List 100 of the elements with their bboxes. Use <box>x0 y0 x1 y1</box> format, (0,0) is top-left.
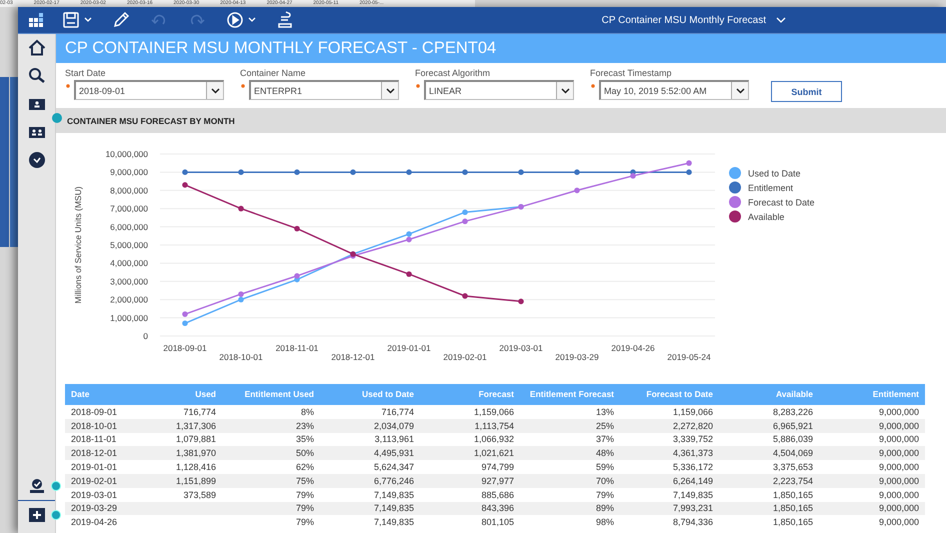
caret-icon[interactable] <box>776 16 786 24</box>
play-icon[interactable] <box>226 11 244 29</box>
table-cell: 59% <box>596 462 614 472</box>
table-cell: 2,223,754 <box>772 476 813 486</box>
caret-icon[interactable] <box>84 17 92 23</box>
table-cell: 8% <box>300 406 314 417</box>
axis-label: 2019-03-01 <box>499 343 543 353</box>
dropdown-field[interactable]: ENTERPR1 <box>249 80 399 100</box>
table-cell: 3,113,961 <box>374 434 414 444</box>
table-cell: 1,159,066 <box>474 406 514 417</box>
table-cell: 716,774 <box>381 406 414 417</box>
table-cell: 62% <box>296 462 314 472</box>
table-cell: 7,149,835 <box>374 517 414 528</box>
status-dot <box>51 481 61 491</box>
caret-icon <box>386 88 394 94</box>
data-point <box>462 293 468 299</box>
data-point <box>574 188 580 194</box>
caret-icon <box>736 88 744 94</box>
axis-label: 7,000,000 <box>110 204 148 214</box>
reset-icon[interactable] <box>276 11 294 29</box>
table-cell: 927,977 <box>481 476 514 486</box>
table-cell: 1,159,066 <box>672 406 713 417</box>
axis-title: Millions of Service Units (MSU) <box>73 186 83 304</box>
table-cell: 2019-02-01 <box>71 476 118 486</box>
table-cell: 4,495,931 <box>374 448 414 458</box>
table-cell: 2018-10-01 <box>71 420 118 431</box>
column-header[interactable]: Date <box>65 384 165 405</box>
column-header[interactable]: Entitlement Forecast <box>520 384 620 405</box>
app-logo-icon[interactable] <box>29 13 45 27</box>
table-cell: 1,850,165 <box>772 517 813 528</box>
column-header[interactable]: Used to Date <box>320 384 420 405</box>
table-cell: 13% <box>596 406 614 417</box>
axis-label: 0 <box>143 331 148 341</box>
table-cell: 3,375,653 <box>772 462 813 472</box>
axis-label: 8,000,000 <box>110 185 148 196</box>
axis-label: 2019-04-26 <box>611 343 655 353</box>
legend-label: Used to Date <box>748 168 801 178</box>
axis-label: 10,000,000 <box>105 149 148 159</box>
column-header[interactable]: Available <box>719 384 819 405</box>
table-cell: 1,151,899 <box>176 476 216 486</box>
dropdown-field[interactable]: May 10, 2019 5:52:00 AM <box>599 80 749 100</box>
column-header[interactable]: Forecast to Date <box>620 384 719 405</box>
field-label: Container Name <box>240 68 307 78</box>
table-cell: 9,000,000 <box>878 462 919 472</box>
data-point <box>574 169 580 175</box>
column-header[interactable]: Entitlement Used <box>222 384 320 405</box>
legend-label: Forecast to Date <box>748 198 815 208</box>
dropdown-field[interactable]: LINEAR <box>424 80 574 100</box>
field-label: Forecast Algorithm <box>415 68 492 78</box>
table-cell: 1,079,881 <box>176 434 216 444</box>
table-cell: 35% <box>296 434 314 444</box>
axis-label: 1,000,000 <box>110 312 148 323</box>
table-cell: 2,034,079 <box>374 420 414 431</box>
table-cell: 98% <box>596 517 614 528</box>
table-cell: 6,776,246 <box>374 476 414 486</box>
data-point <box>686 160 692 166</box>
table-cell: 5,624,347 <box>374 462 414 472</box>
data-point <box>238 206 244 212</box>
data-point <box>518 169 524 175</box>
data-point <box>238 169 244 175</box>
caret-icon[interactable] <box>248 17 256 23</box>
table-cell: 9,000,000 <box>878 420 919 431</box>
report-selector[interactable]: CP Container MSU Monthly Forecast <box>602 14 786 26</box>
table-cell: 6,965,921 <box>772 420 813 431</box>
axis-label: 2018-10-01 <box>219 352 263 362</box>
table-cell: 1,113,754 <box>474 420 514 431</box>
table-cell: 9,000,000 <box>878 476 919 486</box>
table-cell: 5,886,039 <box>772 434 813 444</box>
table-cell: 7,993,231 <box>672 503 713 514</box>
table-cell: 48% <box>596 448 614 458</box>
table-cell: 7,149,835 <box>672 490 713 500</box>
field-label: Forecast Timestamp <box>590 68 673 78</box>
table-cell: 2019-01-01 <box>71 462 118 472</box>
axis-label: 2019-03-29 <box>555 352 599 362</box>
table-cell: 25% <box>596 420 614 431</box>
axis-label: 2,000,000 <box>110 294 148 305</box>
pencil-icon[interactable] <box>112 11 130 29</box>
dropdown-field[interactable]: 2018-09-01 <box>74 80 224 100</box>
status-dot <box>51 510 61 520</box>
table-cell: 801,105 <box>481 517 514 528</box>
table-cell: 7,149,835 <box>374 490 414 500</box>
field-label: Start Date <box>65 68 107 78</box>
submit-button[interactable]: Submit <box>771 81 842 102</box>
table-cell: 70% <box>596 476 614 486</box>
table-cell: 89% <box>596 503 614 514</box>
home-icon[interactable] <box>28 39 46 57</box>
axis-label: 9,000,000 <box>110 167 148 178</box>
table-cell: 2019-03-01 <box>71 490 118 500</box>
table-cell: 4,504,069 <box>772 448 813 458</box>
column-header[interactable]: Used <box>165 384 222 405</box>
axis-label: 6,000,000 <box>110 222 148 232</box>
person-check-icon[interactable] <box>28 477 46 495</box>
table-cell: 9,000,000 <box>878 434 919 444</box>
save-icon[interactable] <box>62 11 80 29</box>
search-icon[interactable] <box>28 67 46 85</box>
column-header[interactable]: Entitlement <box>819 384 925 405</box>
column-header[interactable]: Forecast <box>420 384 520 405</box>
table-cell: 50% <box>296 448 314 458</box>
add-icon[interactable] <box>28 506 46 524</box>
caret-icon <box>210 88 220 94</box>
